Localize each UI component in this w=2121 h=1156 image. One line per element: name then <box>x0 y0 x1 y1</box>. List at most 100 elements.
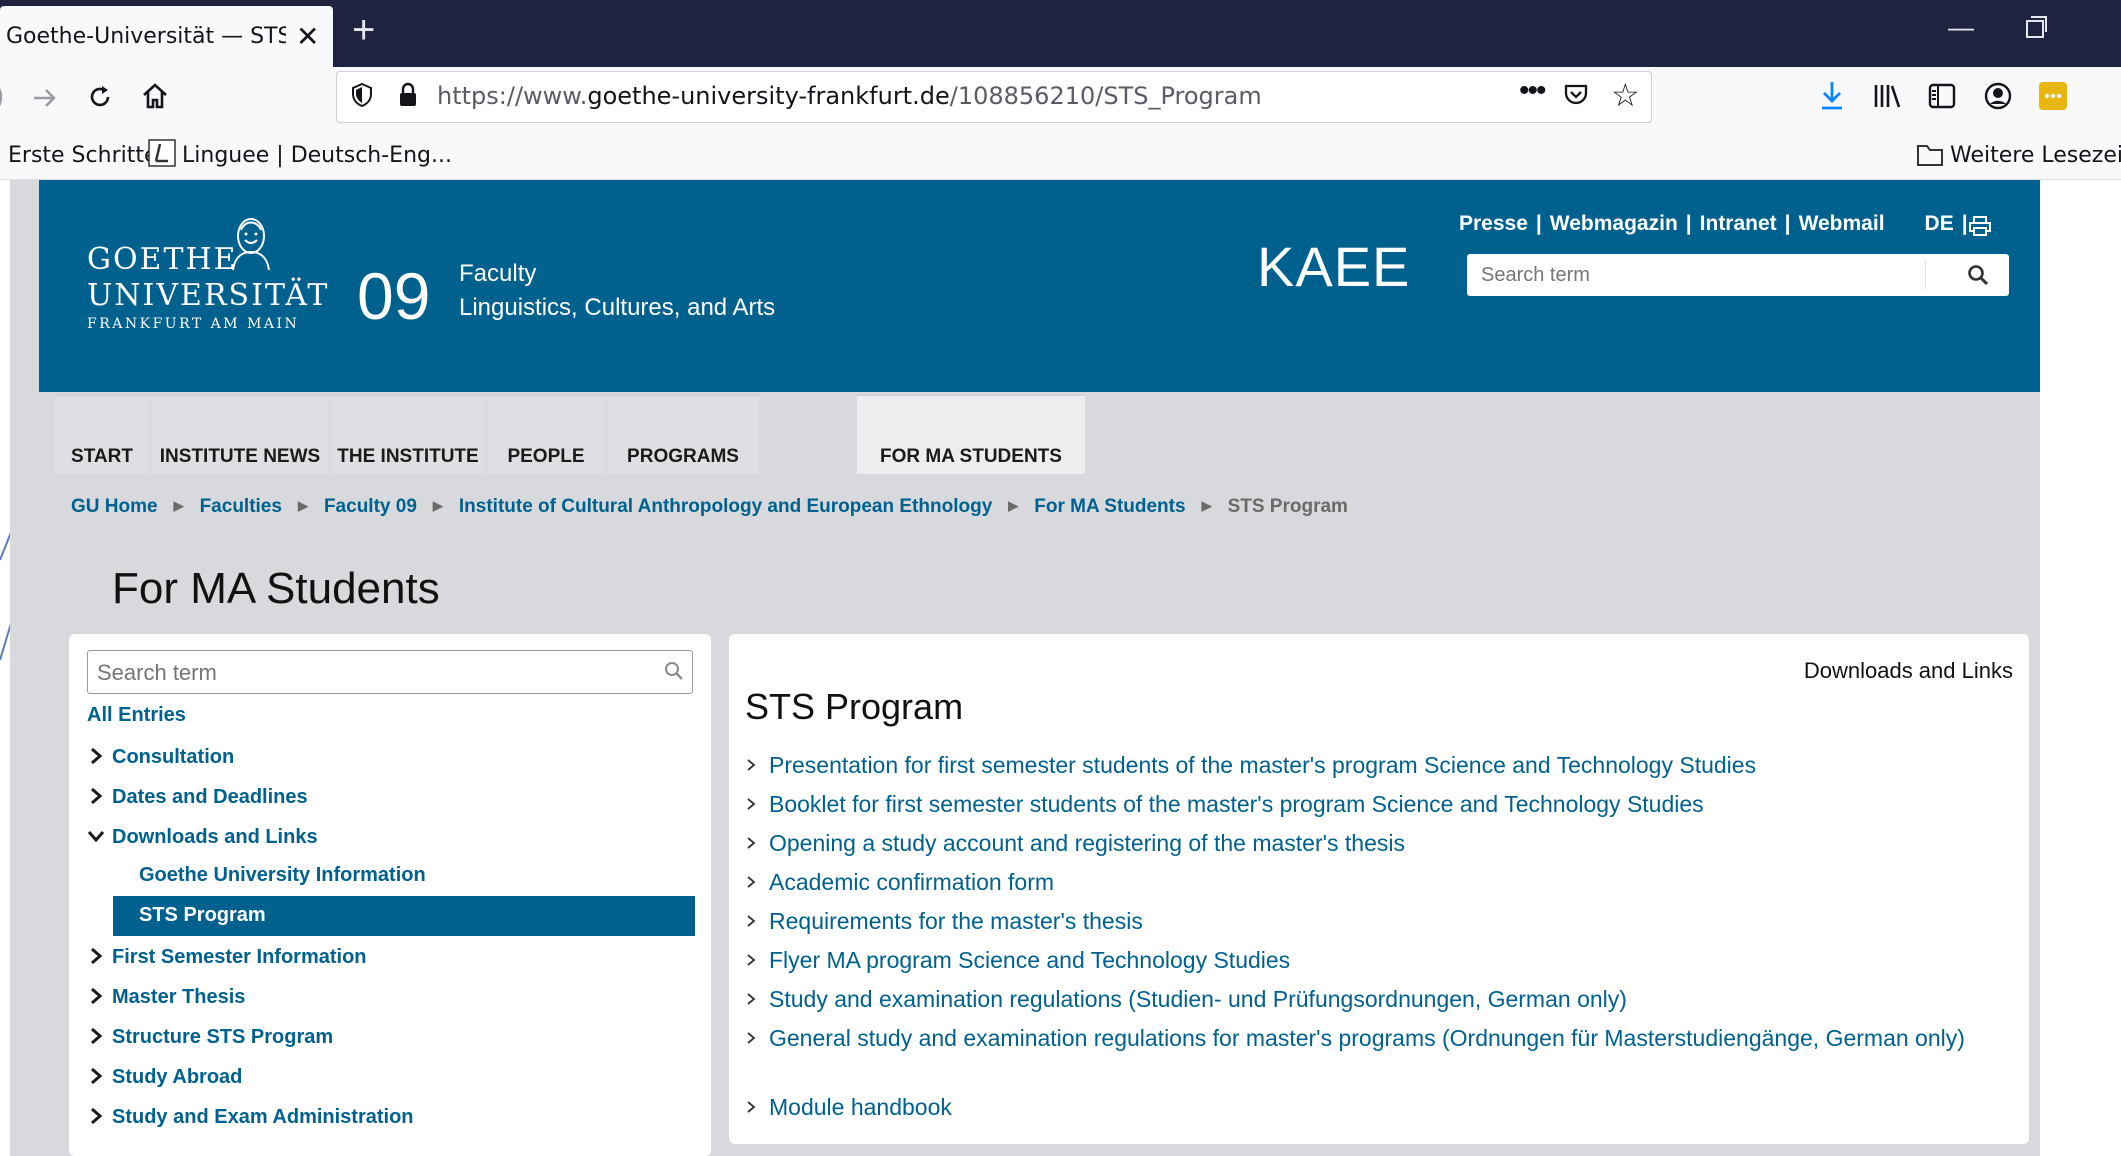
reload-icon[interactable] <box>86 83 114 111</box>
chevron-right-icon <box>91 1067 103 1084</box>
chevron-right-icon <box>747 1101 756 1113</box>
breadcrumb-faculty-09[interactable]: Faculty 09 <box>324 496 417 517</box>
breadcrumb-arrow-icon: ▶ <box>297 498 308 513</box>
breadcrumb-arrow-icon: ▶ <box>432 498 443 513</box>
address-bar[interactable]: https://www.goethe-university-frankfurt.… <box>336 71 1652 123</box>
browser-toolbar: ) https://www.goethe-university-frankfur… <box>0 67 2121 129</box>
back-icon[interactable]: ) <box>0 79 4 113</box>
sidebar-subitem-sts-program[interactable]: STS Program <box>113 896 695 936</box>
link-item[interactable]: Module handbook <box>745 1092 2005 1122</box>
header-search <box>1467 254 2009 296</box>
page-viewport: GOETHE UNIVERSITÄT FRANKFURT AM MAIN 09 … <box>0 180 2121 1156</box>
nav-start[interactable]: START <box>55 394 149 474</box>
tab-title: Goethe-Universität — STS Program <box>6 24 286 49</box>
extension-icon[interactable] <box>2038 81 2068 111</box>
bookmark-more-folder[interactable]: Weitere Lesezeichen <box>1950 143 2121 168</box>
browser-tab-bar: Goethe-Universität — STS Program ✕ + — <box>0 0 2121 67</box>
pocket-icon[interactable] <box>1563 82 1589 108</box>
chevron-right-icon <box>747 954 756 966</box>
sidebar-item-structure[interactable]: Structure STS Program <box>87 1026 333 1049</box>
breadcrumb: GU Home ▶ Faculties ▶ Faculty 09 ▶ Institute o… <box>71 496 1348 518</box>
content-panel: Downloads and Links STS Program Presenta… <box>729 634 2029 1144</box>
browser-tab[interactable]: Goethe-Universität — STS Program ✕ <box>0 6 333 67</box>
link-webmail[interactable]: Webmail <box>1799 212 1885 235</box>
link-webmagazin[interactable]: Webmagazin <box>1550 212 1678 235</box>
lock-icon[interactable] <box>397 82 419 108</box>
breadcrumb-for-ma-students[interactable]: For MA Students <box>1034 496 1185 517</box>
chevron-right-icon <box>747 876 756 888</box>
sidebar-item-downloads[interactable]: Downloads and Links <box>87 826 318 849</box>
link-item[interactable]: Opening a study account and registering … <box>745 828 2005 858</box>
bookmark-star-icon[interactable]: ☆ <box>1611 76 1640 114</box>
shield-icon[interactable] <box>351 82 373 108</box>
folder-icon <box>1917 145 1943 166</box>
breadcrumb-arrow-icon: ▶ <box>1201 498 1212 513</box>
url-text: https://www.goethe-university-frankfurt.… <box>437 82 1262 110</box>
nav-the-institute[interactable]: THE INSTITUTE <box>331 394 485 474</box>
library-icon[interactable] <box>1872 81 1902 111</box>
chevron-right-icon <box>91 987 103 1004</box>
sidebar-search-input[interactable] <box>95 659 639 687</box>
link-item[interactable]: Booklet for first semester students of t… <box>745 789 2005 819</box>
bookmark-erste-schritte[interactable]: Erste Schritte <box>8 143 158 168</box>
site-container: GOETHE UNIVERSITÄT FRANKFURT AM MAIN 09 … <box>10 180 2040 1156</box>
page-title: For MA Students <box>112 564 440 613</box>
link-item[interactable]: Requirements for the master's thesis <box>745 906 2005 936</box>
download-icon[interactable] <box>1818 79 1846 113</box>
logo-line-goethe[interactable]: GOETHE <box>87 242 238 277</box>
faculty-label: Faculty <box>459 260 537 287</box>
search-icon[interactable] <box>664 661 684 681</box>
link-item[interactable]: Academic confirmation form <box>745 867 2005 897</box>
nav-programs[interactable]: PROGRAMS <box>607 394 759 474</box>
search-icon[interactable] <box>1967 264 1989 286</box>
logo-line-universitaet[interactable]: UNIVERSITÄT <box>87 278 329 313</box>
minimize-icon[interactable]: — <box>1948 12 1974 43</box>
site-header: GOETHE UNIVERSITÄT FRANKFURT AM MAIN 09 … <box>39 180 2040 392</box>
nav-institute-news[interactable]: INSTITUTE NEWS <box>151 394 329 474</box>
sidebar-item-study-abroad[interactable]: Study Abroad <box>87 1066 242 1089</box>
sidebar-subitem-goethe-info[interactable]: Goethe University Information <box>113 856 695 896</box>
bookmark-linguee[interactable]: Linguee | Deutsch-Eng... <box>182 143 452 168</box>
close-tab-icon[interactable]: ✕ <box>296 20 319 53</box>
language-switch[interactable]: DE <box>1925 212 1954 235</box>
restore-icon[interactable] <box>2026 16 2047 38</box>
sidebar-item-dates[interactable]: Dates and Deadlines <box>87 786 308 809</box>
link-item[interactable]: Study and examination regulations (Studi… <box>745 984 2005 1014</box>
link-item[interactable]: Presentation for first semester students… <box>745 750 2005 780</box>
breadcrumb-gu-home[interactable]: GU Home <box>71 496 158 517</box>
header-search-input[interactable] <box>1479 262 1923 288</box>
sidebar-item-exam-admin[interactable]: Study and Exam Administration <box>87 1106 414 1129</box>
print-icon[interactable] <box>1969 216 1991 236</box>
chevron-right-icon <box>747 798 756 810</box>
breadcrumb-institute[interactable]: Institute of Cultural Anthropology and E… <box>459 496 992 517</box>
chevron-right-icon <box>91 747 103 764</box>
link-presse[interactable]: Presse <box>1459 212 1528 235</box>
page-actions-icon[interactable]: ••• <box>1519 74 1546 108</box>
nav-for-ma-students[interactable]: FOR MA STUDENTS <box>857 394 1085 474</box>
search-divider <box>1925 260 1926 290</box>
chevron-right-icon <box>91 1107 103 1124</box>
breadcrumb-arrow-icon: ▶ <box>1008 498 1019 513</box>
nav-people[interactable]: PEOPLE <box>487 394 605 474</box>
sidebar-item-first-semester[interactable]: First Semester Information <box>87 946 367 969</box>
sidebar-icon[interactable] <box>1928 83 1956 109</box>
link-item[interactable]: General study and examination regulation… <box>745 1023 2005 1053</box>
sidebar-all-entries[interactable]: All Entries <box>87 704 186 727</box>
faculty-number: 09 <box>357 259 431 333</box>
logo-line-frankfurt: FRANKFURT AM MAIN <box>87 316 300 332</box>
bookmarks-bar: Erste Schritte Linguee | Deutsch-Eng... … <box>0 129 2121 180</box>
breadcrumb-faculties[interactable]: Faculties <box>200 496 282 517</box>
link-intranet[interactable]: Intranet <box>1700 212 1777 235</box>
new-tab-icon[interactable]: + <box>352 8 375 53</box>
chevron-down-icon <box>87 830 105 842</box>
link-item[interactable]: Flyer MA program Science and Technology … <box>745 945 2005 975</box>
sidebar-item-consultation[interactable]: Consultation <box>87 746 234 769</box>
forward-icon[interactable] <box>32 85 58 111</box>
account-icon[interactable] <box>1983 81 2013 111</box>
section-link-downloads[interactable]: Downloads and Links <box>1804 658 2013 684</box>
main-navigation: START INSTITUTE NEWS THE INSTITUTE PEOPL… <box>39 392 2040 474</box>
home-icon[interactable] <box>140 81 170 111</box>
header-top-links: Presse | Webmagazin | Intranet | Webmail DE | <box>1459 212 1968 235</box>
institute-abbr[interactable]: KAEE <box>1257 234 1410 299</box>
sidebar-item-master-thesis[interactable]: Master Thesis <box>87 986 245 1009</box>
